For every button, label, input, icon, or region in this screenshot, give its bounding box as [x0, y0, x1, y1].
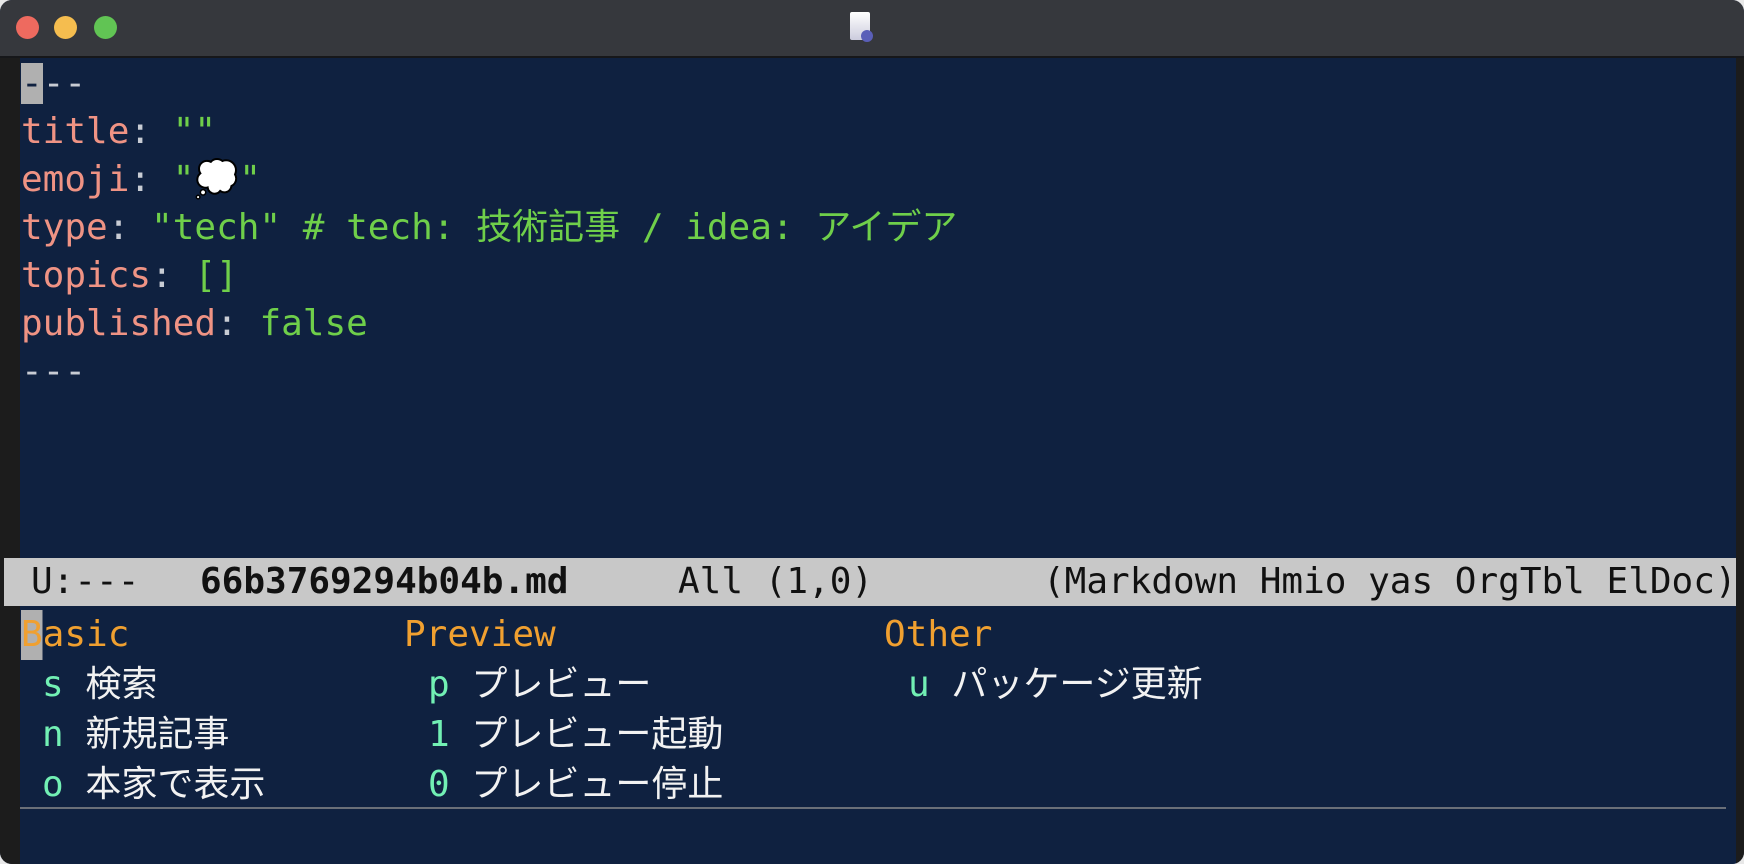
menu-key: n — [42, 714, 64, 755]
yaml-value: [] — [194, 255, 238, 296]
menu-item-preview-stop[interactable]: 0 プレビュー停止 — [428, 760, 723, 810]
left-fringe — [0, 58, 20, 864]
buffer-position: All (1,0) — [678, 561, 874, 602]
buffer-filename: 66b3769294b04b.md — [200, 561, 569, 602]
frontmatter-line-title: title: "" — [21, 106, 216, 158]
menu-item-package-update[interactable]: u パッケージ更新 — [908, 660, 1203, 710]
menu-key: 1 — [428, 714, 450, 755]
frontmatter-delimiter: --- — [21, 63, 87, 104]
frontmatter-line-published: published: false — [21, 298, 368, 350]
yaml-sep: : — [151, 255, 195, 296]
yaml-value: "" — [172, 111, 217, 152]
document-proxy-icon[interactable] — [850, 12, 873, 42]
buffer-status: U:--- — [31, 561, 140, 602]
right-fringe — [1736, 58, 1744, 864]
mode-list[interactable]: (Markdown Hmio yas OrgTbl ElDoc) — [1043, 558, 1736, 606]
yaml-sep: : — [107, 207, 152, 248]
transient-menu: Basic Preview Other s 検索 n 新規記事 o 本家で表示 … — [20, 608, 1736, 864]
yaml-sep: : — [129, 159, 173, 200]
yaml-value: "tech" # tech: 技術記事 / idea: アイデア — [151, 207, 958, 248]
menu-label: パッケージ更新 — [951, 664, 1203, 705]
yaml-value: false — [259, 303, 368, 344]
menu-item-new-article[interactable]: n 新規記事 — [42, 710, 229, 760]
yaml-sep: : — [216, 303, 260, 344]
menu-label: 本家で表示 — [85, 764, 266, 805]
yaml-key: topics — [21, 255, 152, 296]
menu-label: プレビュー起動 — [471, 714, 724, 755]
menu-label: 検索 — [85, 664, 158, 705]
group-basic-title: Basic — [21, 610, 130, 660]
frontmatter-line-type: type: "tech" # tech: 技術記事 / idea: アイデア — [21, 202, 957, 254]
yaml-key: title — [21, 111, 130, 152]
menu-item-preview-start[interactable]: 1 プレビュー起動 — [428, 710, 723, 760]
emacs-window: --- title: "" emoji: "💭" type: "tech" # … — [0, 0, 1744, 864]
menu-label: プレビュー — [471, 664, 652, 705]
menu-key: 0 — [428, 764, 450, 805]
menu-item-preview[interactable]: p プレビュー — [428, 660, 651, 710]
frontmatter-line-topics: topics: [] — [21, 250, 238, 302]
menu-label: プレビュー停止 — [471, 764, 724, 805]
panel-separator — [20, 807, 1726, 809]
yaml-key: type — [21, 207, 108, 248]
frontmatter-delimiter: --- — [21, 351, 87, 392]
frontmatter-line-emoji: emoji: "💭" — [21, 154, 261, 206]
cursor: - — [21, 63, 43, 104]
yaml-key: emoji — [21, 159, 130, 200]
zoom-button[interactable] — [94, 16, 117, 39]
menu-key: s — [42, 664, 64, 705]
group-preview-title: Preview — [404, 614, 556, 655]
menu-key: o — [42, 764, 64, 805]
close-button[interactable] — [16, 16, 39, 39]
title-bar — [0, 0, 1744, 58]
yaml-key: published — [21, 303, 217, 344]
menu-item-search[interactable]: s 検索 — [42, 660, 157, 710]
yaml-sep: : — [129, 111, 173, 152]
menu-key: p — [428, 664, 450, 705]
minimize-button[interactable] — [54, 16, 77, 39]
menu-key: u — [908, 664, 930, 705]
group-other-title: Other — [884, 614, 993, 655]
menu-label: 新規記事 — [85, 714, 230, 755]
yaml-value: "💭" — [172, 159, 261, 200]
menu-item-open-upstream[interactable]: o 本家で表示 — [42, 760, 265, 810]
editor-buffer[interactable]: --- title: "" emoji: "💭" type: "tech" # … — [20, 58, 1736, 558]
mode-line[interactable]: U:--- 66b3769294b04b.md All (1,0) (Markd… — [4, 558, 1736, 606]
